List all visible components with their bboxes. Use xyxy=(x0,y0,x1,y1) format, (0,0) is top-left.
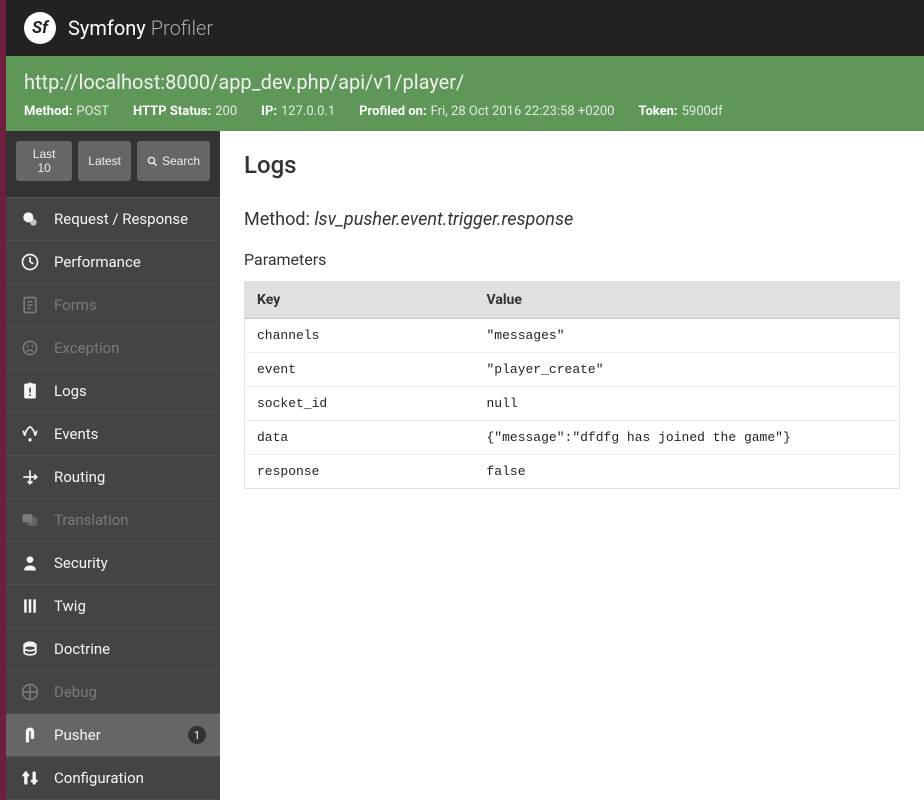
summary-status: HTTP Status: 200 xyxy=(133,104,237,119)
sidebar-item-label: Security xyxy=(54,554,108,572)
sliders-icon xyxy=(20,768,40,788)
request-url[interactable]: http://localhost:8000/app_dev.php/api/v1… xyxy=(24,70,906,94)
sidebar-item-security[interactable]: Security xyxy=(6,542,220,585)
app-title: Symfony Profiler xyxy=(68,16,213,40)
param-value: "player_create" xyxy=(475,353,900,387)
ip-value[interactable]: 127.0.0.1 xyxy=(281,104,335,119)
param-key: data xyxy=(245,421,475,455)
profiled-value: Fri, 28 Oct 2016 22:23:58 +0200 xyxy=(431,104,615,119)
param-key: socket_id xyxy=(245,387,475,421)
search-icon xyxy=(147,156,158,167)
sidebar-item-label: Events xyxy=(54,425,98,443)
sidebar: Last 10 Latest Search Request / Response… xyxy=(0,131,220,800)
sidebar-item-label: Pusher xyxy=(54,726,101,744)
sidebar-item-events[interactable]: Events xyxy=(6,413,220,456)
sidebar-item-translation[interactable]: Translation xyxy=(6,499,220,542)
profiled-label: Profiled on: xyxy=(359,104,427,119)
sidebar-item-performance[interactable]: Performance xyxy=(6,241,220,284)
log-method-line: Method: lsv_pusher.event.trigger.respons… xyxy=(244,209,900,230)
log-method-name: lsv_pusher.event.trigger.response xyxy=(314,209,573,230)
summary-token: Token: 5900df xyxy=(638,104,722,119)
method-value: POST xyxy=(76,104,109,119)
sidebar-item-debug[interactable]: Debug xyxy=(6,671,220,714)
log-method-label: Method: xyxy=(244,209,310,230)
broadcast-icon xyxy=(20,424,40,444)
exclamation-file-icon xyxy=(20,381,40,401)
sidebar-item-routing[interactable]: Routing xyxy=(6,456,220,499)
sidebar-item-label: Translation xyxy=(54,511,129,529)
sidebar-item-badge: 1 xyxy=(188,726,206,744)
sidebar-item-label: Configuration xyxy=(54,769,144,787)
table-row: responsefalse xyxy=(245,455,900,489)
col-value: Value xyxy=(475,282,900,319)
method-label: Method: xyxy=(24,104,72,119)
summary-ip: IP: 127.0.0.1 xyxy=(261,104,335,119)
symfony-logo-icon: Sf xyxy=(24,12,56,44)
last10-button[interactable]: Last 10 xyxy=(16,141,72,181)
sidebar-item-request-response[interactable]: Request / Response xyxy=(6,198,220,241)
sidebar-item-label: Routing xyxy=(54,468,105,486)
latest-button[interactable]: Latest xyxy=(78,141,131,181)
summary-profiled: Profiled on: Fri, 28 Oct 2016 22:23:58 +0… xyxy=(359,104,614,119)
user-icon xyxy=(20,553,40,573)
sidebar-shortcuts: Last 10 Latest Search xyxy=(6,131,220,198)
app-header: Sf Symfony Profiler xyxy=(0,0,924,56)
param-value: "messages" xyxy=(475,319,900,353)
sidebar-menu: Request / Response Performance Forms Except… xyxy=(6,198,220,800)
table-row: channels"messages" xyxy=(245,319,900,353)
sidebar-item-label: Exception xyxy=(54,339,119,357)
sidebar-item-twig[interactable]: Twig xyxy=(6,585,220,628)
speech-bubbles-icon xyxy=(20,510,40,530)
search-label: Search xyxy=(162,154,200,168)
token-value[interactable]: 5900df xyxy=(682,104,723,119)
sidebar-item-label: Logs xyxy=(54,382,87,400)
request-icon xyxy=(20,209,40,229)
ip-label: IP: xyxy=(261,104,277,119)
arrows-icon xyxy=(20,467,40,487)
param-value: false xyxy=(475,455,900,489)
sidebar-item-exception[interactable]: Exception xyxy=(6,327,220,370)
page-title: Logs xyxy=(244,151,900,179)
sidebar-item-pusher[interactable]: Pusher 1 xyxy=(6,714,220,757)
parameters-heading: Parameters xyxy=(244,250,900,269)
database-icon xyxy=(20,639,40,659)
status-label: HTTP Status: xyxy=(133,104,211,119)
parameters-table: Key Value channels"messages"event"player… xyxy=(244,281,900,489)
target-icon xyxy=(20,682,40,702)
clipboard-icon xyxy=(20,295,40,315)
param-value: null xyxy=(475,387,900,421)
table-row: socket_idnull xyxy=(245,387,900,421)
columns-icon xyxy=(20,596,40,616)
main-content: Logs Method: lsv_pusher.event.trigger.re… xyxy=(220,131,924,800)
sidebar-item-label: Request / Response xyxy=(54,210,188,228)
search-button[interactable]: Search xyxy=(137,141,210,181)
clock-icon xyxy=(20,252,40,272)
status-value: 200 xyxy=(215,104,237,119)
app-name: Symfony xyxy=(68,16,146,40)
sidebar-item-label: Debug xyxy=(54,683,97,701)
sad-face-icon xyxy=(20,338,40,358)
token-label: Token: xyxy=(638,104,677,119)
sidebar-item-label: Performance xyxy=(54,253,141,271)
table-row: event"player_create" xyxy=(245,353,900,387)
param-value: {"message":"dfdfg has joined the game"} xyxy=(475,421,900,455)
sidebar-item-configuration[interactable]: Configuration xyxy=(6,757,220,800)
param-key: response xyxy=(245,455,475,489)
col-key: Key xyxy=(245,282,475,319)
param-key: event xyxy=(245,353,475,387)
sidebar-item-label: Doctrine xyxy=(54,640,110,658)
sidebar-item-label: Forms xyxy=(54,296,97,314)
sidebar-item-doctrine[interactable]: Doctrine xyxy=(6,628,220,671)
table-row: data{"message":"dfdfg has joined the gam… xyxy=(245,421,900,455)
summary-method: Method: POST xyxy=(24,104,109,119)
sidebar-item-forms[interactable]: Forms xyxy=(6,284,220,327)
app-subtitle: Profiler xyxy=(151,16,213,40)
sidebar-item-label: Twig xyxy=(54,597,86,615)
sidebar-item-logs[interactable]: Logs xyxy=(6,370,220,413)
summary-bar: http://localhost:8000/app_dev.php/api/v1… xyxy=(0,56,924,131)
param-key: channels xyxy=(245,319,475,353)
pusher-icon xyxy=(20,725,40,745)
